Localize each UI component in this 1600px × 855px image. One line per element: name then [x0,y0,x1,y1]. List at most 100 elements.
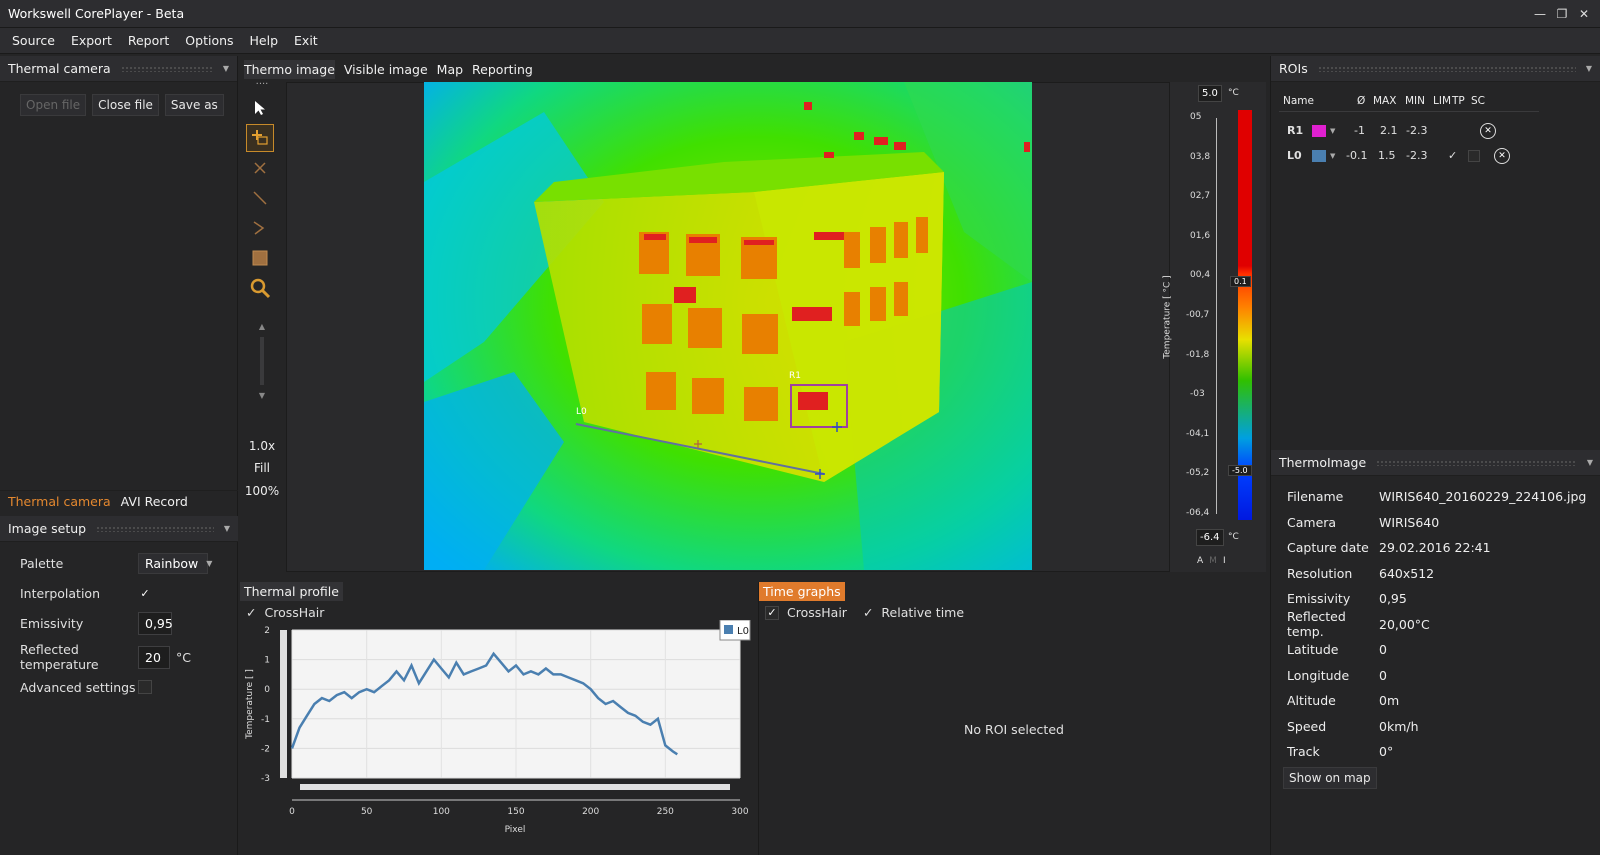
info-key: Capture date [1287,540,1369,556]
roi-tp-check[interactable]: ✓ [1448,149,1468,162]
roi-color-swatch[interactable] [1312,149,1326,162]
rectangle-tool-icon[interactable] [246,244,274,272]
tab-time-graphs[interactable]: Time graphs [759,582,845,601]
advanced-settings-label: Advanced settings [20,679,136,695]
zoom-down-icon[interactable]: ▼ [246,391,278,400]
chevron-down-icon[interactable]: ▼ [1587,458,1593,467]
info-value: 0 [1379,642,1387,658]
roi-sc-checkbox[interactable] [1468,149,1480,162]
crosshair-tool-icon[interactable] [246,124,274,152]
x-scrollbar[interactable] [300,784,730,790]
roi-min: -2.3 [1406,124,1428,137]
mode-manual[interactable]: M [1209,556,1217,566]
thermal-image[interactable]: R1 L0 [424,82,1032,570]
col-max: MAX [1373,94,1397,107]
relative-time-check-icon[interactable]: ✓ [863,605,873,620]
color-bar[interactable] [1238,110,1252,520]
upper-marker[interactable]: 0.1 [1230,276,1251,287]
tab-thermal-camera[interactable]: Thermal camera [8,494,111,509]
roi-color-swatch[interactable] [1312,124,1326,137]
tick-label: 01,6 [1190,231,1211,241]
window-title: Workswell CorePlayer - Beta [8,6,185,21]
zoom-tool-icon[interactable] [246,274,274,302]
chevron-down-icon[interactable]: ▼ [223,64,229,73]
restore-icon[interactable]: ❐ [1554,6,1570,22]
scale-min-input[interactable]: -6.4 [1196,529,1224,546]
interpolation-label: Interpolation [20,585,100,601]
menu-help[interactable]: Help [242,33,287,48]
legend-label: L0 [737,626,749,637]
palette-select[interactable]: Rainbow ▼ [138,552,212,574]
remove-roi-icon[interactable]: ✕ [1494,147,1510,164]
y-tick-label: 1 [264,656,270,666]
remove-roi-icon[interactable]: ✕ [1480,122,1496,139]
mode-auto[interactable]: A [1197,556,1203,566]
tick-label: 02,7 [1190,191,1211,201]
scale-max-input[interactable]: 5.0 [1198,85,1222,102]
tick-label: -00,7 [1186,310,1210,320]
chevron-down-icon[interactable]: ▼ [1326,152,1346,160]
point-tool-icon[interactable] [246,154,274,182]
tab-avi-record[interactable]: AVI Record [121,494,188,509]
chevron-down-icon[interactable]: ▼ [1326,127,1354,135]
info-value: 0km/h [1379,718,1419,734]
crosshair-checkbox[interactable]: ✓ [765,605,779,620]
close-icon[interactable]: ✕ [1576,6,1592,22]
tab-thermo-image[interactable]: Thermo image [244,59,335,79]
rois-title: ROIs [1279,61,1308,76]
thermo-image-info: ThermoImage ▼ Filename WIRIS640_20160229_… [1271,450,1600,789]
lower-marker[interactable]: -5.0 [1228,465,1252,476]
tab-visible-image[interactable]: Visible image [344,62,428,77]
y-scrollbar[interactable] [280,630,287,778]
close-file-button[interactable]: Close file [92,94,159,116]
grip[interactable] [96,525,214,532]
y-axis-label: Temperature [ ] [245,669,255,740]
scale-axis [1216,118,1217,514]
chevron-down-icon[interactable]: ▼ [1586,64,1592,73]
reflected-temperature-input[interactable]: 20 [138,645,170,669]
x-tick-label: 300 [731,807,748,817]
info-row: Latitude 0 [1271,637,1600,663]
thermal-profile-chart[interactable]: 2 1 0 -1 -2 -3 0 50 100 150 200 250 300 L0 Pixel Te… [240,620,756,850]
fill-button[interactable]: Fill [242,461,282,475]
grip[interactable] [1376,459,1577,466]
right-panel: ROIs ▼ Name Ø MAX MIN LIM TP SC R1 ▼ -1 … [1270,56,1600,855]
emissivity-label: Emissivity [20,615,84,631]
x-tick-label: 250 [657,807,674,817]
open-file-button[interactable]: Open file [20,94,87,116]
interpolation-checkbox[interactable]: ✓ [138,586,152,600]
zoom-slider[interactable] [260,337,264,385]
save-as-button[interactable]: Save as [164,94,224,116]
grip[interactable] [1317,65,1576,72]
x-tick-label: 0 [289,807,295,817]
tab-reporting[interactable]: Reporting [472,62,533,77]
tick-label: -04,1 [1186,429,1210,439]
table-row[interactable]: R1 ▼ -1 2.1 -2.3 ✕ [1279,118,1539,143]
menu-bar: Source Export Report Options Help Exit [0,28,1600,54]
minimize-icon[interactable]: — [1532,6,1548,22]
show-on-map-button[interactable]: Show on map [1283,766,1377,789]
thermal-profile-panel: Thermal profile ✓ CrossHair 2 1 0 -1 -2 -3 0 5… [240,582,756,855]
roi-l0-label: L0 [576,407,587,417]
polyline-tool-icon[interactable] [246,214,274,242]
tick-label: -01,8 [1186,350,1210,360]
menu-exit[interactable]: Exit [286,33,326,48]
grip[interactable] [120,65,213,72]
menu-source[interactable]: Source [4,33,63,48]
advanced-settings-checkbox[interactable] [138,680,152,694]
emissivity-input[interactable]: 0,95 [138,611,173,635]
tab-thermal-profile[interactable]: Thermal profile [240,582,343,601]
thermo-image-title: ThermoImage [1279,455,1367,470]
chevron-down-icon[interactable]: ▼ [224,524,230,533]
menu-export[interactable]: Export [63,33,120,48]
pointer-tool-icon[interactable] [246,94,274,122]
menu-options[interactable]: Options [177,33,241,48]
tab-map[interactable]: Map [437,62,463,77]
zoom-up-icon[interactable]: ▲ [246,322,278,331]
crosshair-check-icon[interactable]: ✓ [246,605,256,620]
line-tool-icon[interactable] [246,184,274,212]
table-row[interactable]: L0 ▼ -0.1 1.5 -2.3 ✓ ✕ [1279,143,1539,168]
info-row: Capture date 29.02.2016 22:41 [1271,535,1600,561]
menu-report[interactable]: Report [120,33,177,48]
mode-i[interactable]: I [1223,556,1226,566]
